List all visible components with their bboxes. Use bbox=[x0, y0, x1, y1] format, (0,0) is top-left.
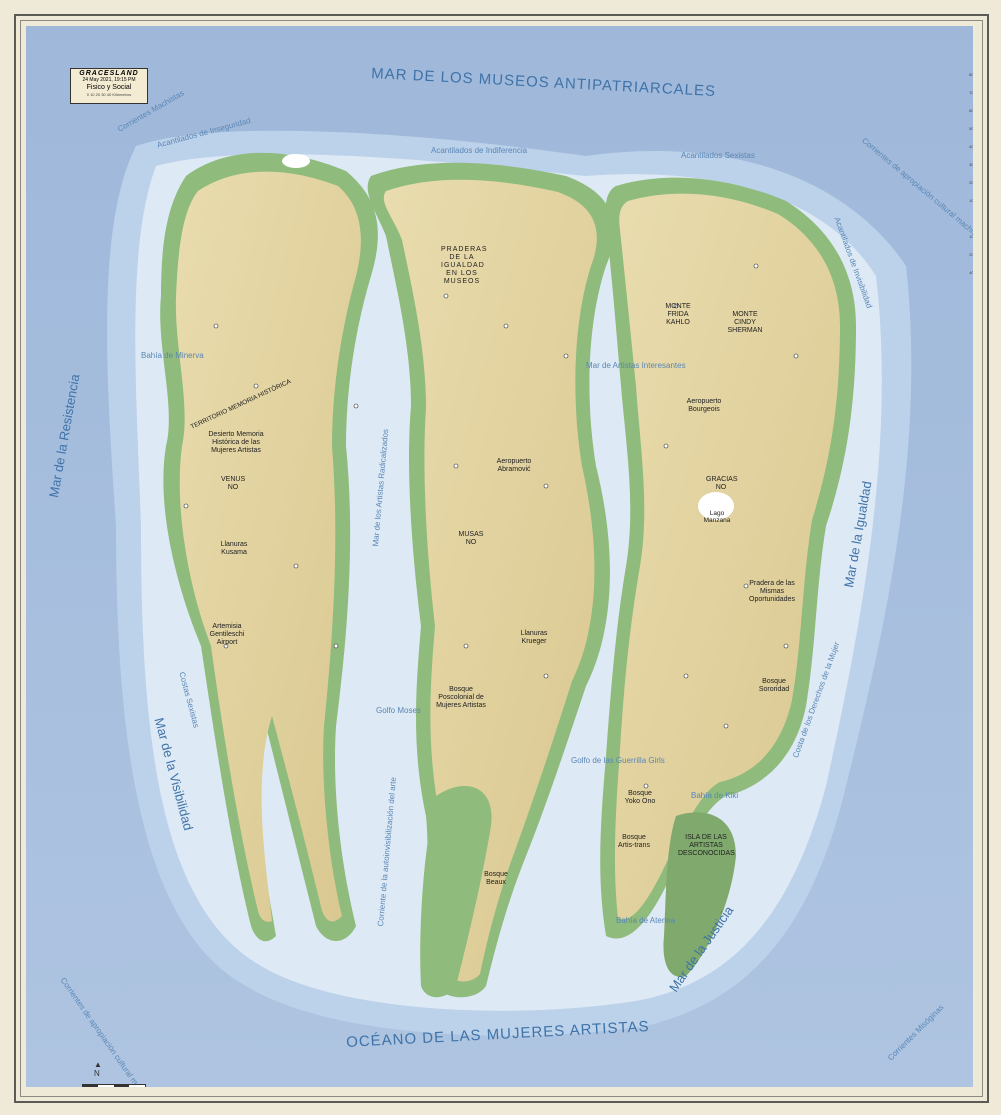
map-legend: GRACESLAND 24 May 2021, 19:15 PM Fisico … bbox=[70, 68, 148, 104]
krueger-plains-label: Llanuras Krueger bbox=[520, 630, 548, 645]
scale-bar bbox=[82, 1084, 146, 1087]
channel-label-2: Mar de Artistas Interesantes bbox=[586, 361, 686, 370]
elevation-legend-label: 2000 bbox=[969, 252, 973, 258]
kusama-plains-label: Llanuras Kusama bbox=[220, 541, 248, 556]
north-arrow-icon: ▲ N bbox=[94, 1060, 102, 1078]
frida-kahlo-mount-label: MONTE FRIDA KAHLO bbox=[665, 303, 691, 326]
northern-lake bbox=[282, 154, 310, 168]
elevation-legend-row: 2000 bbox=[966, 246, 973, 264]
cliffs-indifference-label: Acantilados de Indiferencia bbox=[431, 146, 528, 155]
musas-no-label: MUSAS NO bbox=[458, 531, 484, 546]
cindy-sherman-mount-label: MONTE CINDY SHERMAN bbox=[727, 311, 763, 334]
elevation-legend-row: 4000 bbox=[966, 138, 973, 156]
sorority-forest-label: Bosque Sororidad bbox=[758, 678, 790, 693]
elevation-legend-row: 8000 bbox=[966, 66, 973, 84]
elevation-legend: 8000700060005000400030002000100001000200… bbox=[966, 66, 973, 282]
gulf-guerrilla-label: Golfo de las Guerrilla Girls bbox=[571, 756, 665, 765]
elevation-legend-row: 3000 bbox=[966, 156, 973, 174]
legend-scale: 0 10 20 30 40 Kilómetros bbox=[86, 92, 132, 97]
cliffs-sexist-label: Acantilados Sexistas bbox=[681, 151, 755, 160]
map-graphic bbox=[26, 26, 973, 1087]
elevation-legend-label: 1000 bbox=[969, 198, 973, 204]
gracias-no-label: GRACIAS NO bbox=[706, 476, 738, 491]
bourgeois-airport-label: Aeropuerto Bourgeois bbox=[686, 398, 722, 413]
equality-meadows-label: PRADERAS DE LA IGUALDAD EN LOS MUSEOS bbox=[441, 246, 488, 285]
elevation-legend-label: 4000 bbox=[969, 270, 973, 276]
elevation-legend-row: 4000 bbox=[966, 264, 973, 282]
bay-athena-label: Bahía de Atenea bbox=[616, 916, 676, 925]
elevation-legend-row: 6000 bbox=[966, 102, 973, 120]
bay-minerva-label: Bahía de Minerva bbox=[141, 351, 204, 360]
postcolonial-forest-label: Bosque Poscolonial de Mujeres Artistas bbox=[436, 686, 486, 709]
desert-memory-label: Desierto Memoria Histórica de las Mujere… bbox=[208, 431, 264, 454]
legend-title: GRACESLAND bbox=[79, 70, 139, 77]
elevation-legend-label: 5000 bbox=[969, 126, 973, 132]
gentileschi-airport-label: Artemisia Gentileschi Airport bbox=[209, 623, 245, 646]
map-canvas: GRACESLAND 24 May 2021, 19:15 PM Fisico … bbox=[26, 26, 973, 1087]
elevation-legend-row: 1000 bbox=[966, 192, 973, 210]
elevation-legend-label: 4000 bbox=[969, 144, 973, 150]
bay-kiki-label: Bahía de Kiki bbox=[691, 791, 739, 800]
elevation-legend-row: 7000 bbox=[966, 84, 973, 102]
abramovic-airport-label: Aeropuerto Abramović bbox=[496, 458, 532, 473]
venus-no-label: VENUS NO bbox=[221, 476, 246, 491]
elevation-legend-row: 5000 bbox=[966, 120, 973, 138]
legend-theme: Fisico y Social bbox=[86, 84, 132, 91]
artis-trans-forest-label: Bosque Artis-trans bbox=[618, 834, 650, 849]
unknown-artists-island-label: ISLA DE LAS ARTISTAS DESCONOCIDAS bbox=[678, 834, 735, 857]
gulf-moses-label: Golfo Moses bbox=[376, 706, 421, 715]
beaux-forest-label: Bosque Beaux bbox=[484, 871, 508, 886]
elevation-legend-label: 7000 bbox=[969, 90, 973, 96]
legend-date: 24 May 2021, 19:15 PM bbox=[82, 77, 136, 83]
elevation-legend-label: 8000 bbox=[969, 72, 973, 78]
yoko-ono-forest-label: Bosque Yoko Ono bbox=[624, 790, 656, 805]
manzana-lake-label: Lago Manzana bbox=[703, 510, 731, 524]
equal-opportunities-meadow-label: Pradera de las Mismas Oportunidades bbox=[749, 580, 795, 603]
elevation-legend-row: 2000 bbox=[966, 174, 973, 192]
elevation-legend-label: 3000 bbox=[969, 162, 973, 168]
elevation-legend-label: 2000 bbox=[969, 180, 973, 186]
elevation-legend-label: 6000 bbox=[969, 108, 973, 114]
